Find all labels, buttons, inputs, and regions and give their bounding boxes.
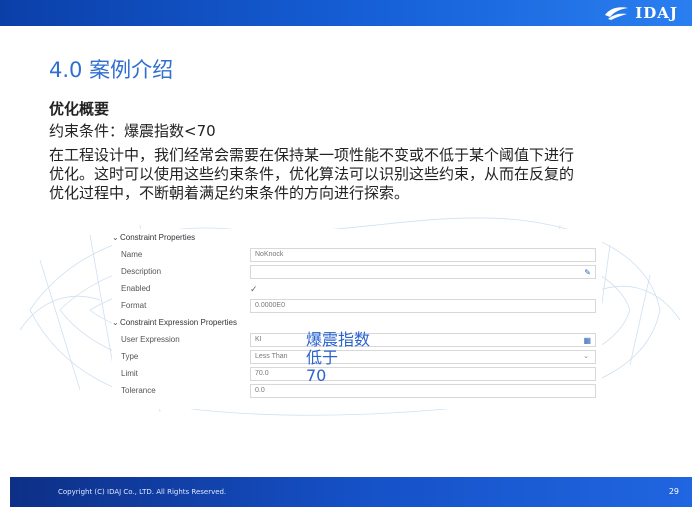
paragraph-line: 优化。这时可以使用这些约束条件，优化算法可以识别这些约束，从而在反复的	[49, 165, 575, 183]
type-select[interactable]: Less Than ⌄	[250, 350, 596, 364]
description-label: Description	[121, 267, 162, 276]
format-label: Format	[121, 301, 147, 310]
subheading: 优化概要	[49, 100, 110, 118]
description-row: Description ✎	[112, 264, 602, 281]
header-bar: IDAJ	[0, 0, 692, 26]
paragraph-line: 优化过程中，不断朝着满足约束条件的方向进行探索。	[49, 184, 410, 202]
section-label: Constraint Properties	[120, 233, 196, 242]
chevron-down-icon: ⌄	[583, 353, 589, 360]
type-label: Type	[121, 352, 139, 361]
footer-bar: Copyright (C) IDAJ Co., LTD. All Rights …	[10, 477, 692, 507]
tolerance-label: Tolerance	[121, 386, 156, 395]
constraint-properties-panel: ⌄Constraint Properties Name NoKnock Desc…	[112, 229, 602, 409]
tolerance-row: Tolerance 0.0	[112, 383, 602, 400]
user-expression-label: User Expression	[121, 335, 180, 344]
swoosh-icon	[605, 7, 629, 20]
chevron-down-icon: ⌄	[112, 318, 119, 327]
name-label: Name	[121, 250, 143, 259]
name-row: Name NoKnock	[112, 247, 602, 264]
annotation-expression: 爆震指数	[306, 330, 371, 349]
copyright-text: Copyright (C) IDAJ Co., LTD. All Rights …	[58, 488, 227, 496]
tolerance-field[interactable]: 0.0	[250, 384, 596, 398]
format-row: Format 0.0000E0	[112, 298, 602, 315]
description-paragraph: 在工程设计中，我们经常会需要在保持某一项性能不变或不低于某个阈值下进行 优化。这…	[49, 146, 689, 203]
type-row: Type Less Than ⌄	[112, 349, 602, 366]
user-expression-value: KI	[255, 336, 262, 343]
enabled-checkbox[interactable]: ✓	[250, 284, 258, 295]
company-logo: IDAJ	[603, 3, 678, 23]
user-expression-field[interactable]: KI ▦	[250, 333, 596, 347]
description-field[interactable]: ✎	[250, 265, 596, 279]
constraint-summary: 约束条件：爆震指数<70	[49, 122, 216, 140]
enabled-row: Enabled ✓	[112, 281, 602, 298]
type-value: Less Than	[255, 353, 288, 360]
limit-field[interactable]: 70.0	[250, 367, 596, 381]
slide-title: 4.0 案例介绍	[49, 58, 174, 82]
section-label: Constraint Expression Properties	[120, 318, 237, 327]
limit-row: Limit 70.0	[112, 366, 602, 383]
page-number: 29	[668, 487, 679, 496]
format-field[interactable]: 0.0000E0	[250, 299, 596, 313]
logo-text: IDAJ	[635, 4, 678, 22]
annotation-type: 低于	[306, 348, 339, 367]
calculator-icon[interactable]: ▦	[583, 335, 591, 347]
limit-label: Limit	[121, 369, 138, 378]
name-field[interactable]: NoKnock	[250, 248, 596, 262]
paragraph-line: 在工程设计中，我们经常会需要在保持某一项性能不变或不低于某个阈值下进行	[49, 146, 575, 164]
enabled-label: Enabled	[121, 284, 151, 293]
edit-icon[interactable]: ✎	[584, 267, 591, 279]
chevron-down-icon: ⌄	[112, 233, 119, 242]
annotation-limit: 70	[306, 366, 327, 385]
